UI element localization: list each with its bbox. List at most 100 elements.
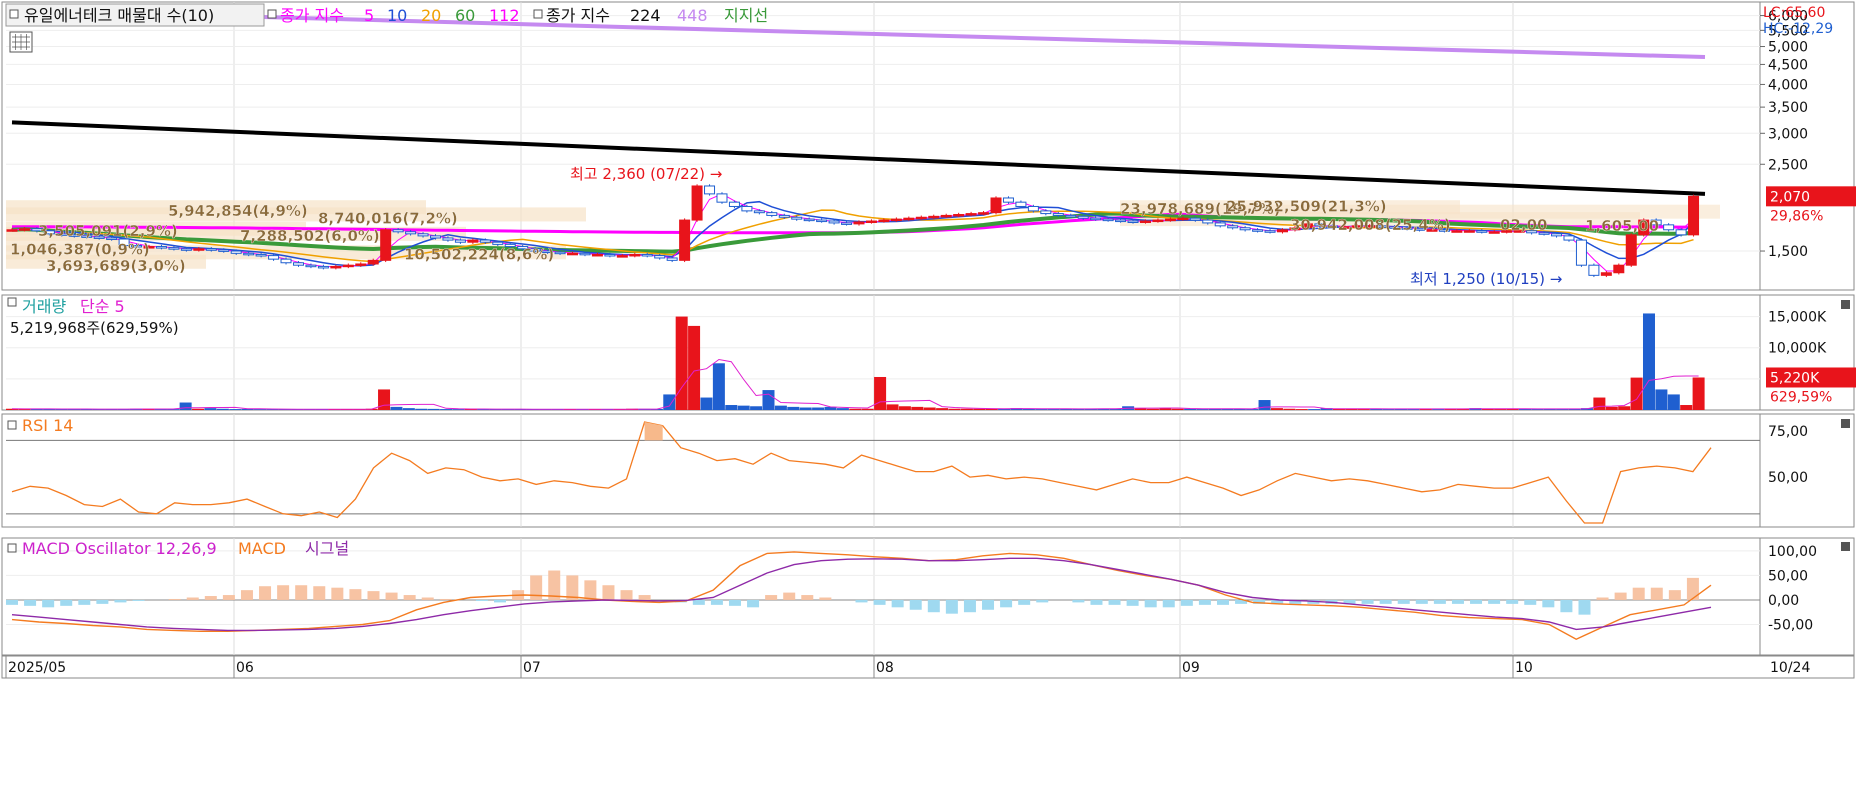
volume-bar [1642, 313, 1655, 410]
macd-oscillator-bar [1488, 599, 1501, 604]
volume-axis-label: 15,000K [1768, 310, 1827, 326]
panel-close-icon[interactable] [1841, 542, 1850, 551]
candle [853, 221, 865, 225]
candle [405, 231, 417, 235]
macd-axis-label: 50,00 [1768, 568, 1808, 584]
chart-canvas[interactable]: 2025/05 06 07 08 09 10 10/246,0005,5005,0004,5… [0, 0, 1856, 808]
macd-oscillator-bar [783, 592, 796, 600]
volume-bar [229, 409, 242, 410]
legend-toggle-icon[interactable] [267, 9, 277, 19]
rsi-axis-label: 75,00 [1768, 424, 1808, 440]
macd-oscillator-bar [692, 599, 705, 605]
macd-oscillator-bar [1126, 599, 1139, 606]
high-annotation: 최고 2,360 (07/22) → [570, 165, 722, 183]
candle [928, 215, 940, 219]
legend-toggle-icon[interactable] [7, 543, 17, 553]
macd-oscillator-bar [1180, 599, 1193, 606]
stock-chart-window: 2025/05 06 07 08 09 10 10/24 6,000 5,500 5,000 4,5… [0, 0, 1856, 808]
candle [666, 257, 678, 261]
candle [691, 185, 703, 221]
macd-axis-label: 100,00 [1768, 544, 1817, 560]
candle [1115, 219, 1127, 223]
x-axis-label: 08 [876, 660, 894, 676]
x-axis-label: 2025/05 [8, 660, 66, 676]
price-axis-label: 3,500 [1768, 100, 1808, 116]
candle [317, 265, 329, 269]
macd-oscillator-bar [367, 591, 380, 600]
volume-ma-label: 단순 5 [80, 297, 125, 316]
macd-oscillator-bar [909, 599, 922, 610]
last-price-change: 29,86% [1770, 208, 1823, 224]
volume-bar [812, 407, 825, 410]
candle [243, 252, 255, 256]
support-line-label: 지지선 [724, 6, 768, 25]
legend-toggle-icon[interactable] [7, 420, 17, 430]
panel-close-icon[interactable] [1841, 419, 1850, 428]
candle [218, 249, 230, 252]
macd-oscillator-bar [475, 599, 488, 601]
volume-bar [960, 408, 973, 410]
volume-bar [1146, 408, 1159, 410]
legend-toggle-icon[interactable] [7, 297, 17, 307]
volume-bar [725, 405, 738, 410]
candle [1488, 231, 1500, 234]
ma-period-label: 5 [364, 6, 374, 25]
candle [803, 218, 815, 222]
candle [1227, 225, 1239, 229]
candle [1189, 217, 1201, 221]
volume-profile-label: 10,502,224(8,6%) [404, 245, 554, 263]
ma-long-period-label: 448 [677, 6, 708, 25]
candle [1476, 230, 1488, 233]
candle [554, 251, 566, 255]
volume-bar [1667, 394, 1680, 410]
macd-oscillator-bar [1090, 599, 1103, 605]
candle [1239, 227, 1251, 231]
volume-bar [179, 402, 192, 410]
candle [1065, 214, 1077, 218]
candle [940, 214, 952, 218]
candle [430, 235, 441, 239]
macd-oscillator-bar [801, 595, 814, 600]
panel-close-icon[interactable] [1841, 300, 1850, 309]
macd-oscillator-bar [1632, 587, 1645, 600]
volume-bar [849, 408, 862, 410]
macd-oscillator-bar [439, 598, 452, 600]
x-axis-label: 09 [1182, 660, 1200, 676]
candle [629, 253, 641, 257]
volume-bar [874, 376, 887, 410]
volume-bar [675, 316, 688, 410]
macd-oscillator-bar [349, 589, 362, 600]
volume-bar [886, 404, 899, 410]
candle [641, 253, 653, 257]
volume-bar [898, 406, 911, 410]
ma-period-label: 20 [421, 6, 441, 25]
candle [953, 213, 965, 217]
volume-profile-label: 8,740,016(7,2%) [318, 209, 458, 227]
legend-toggle-icon[interactable] [9, 9, 19, 19]
candle [1613, 264, 1625, 274]
candle [255, 253, 267, 257]
volume-profile-label: 1,605,00 [1585, 217, 1659, 235]
macd-oscillator-bar [96, 599, 109, 604]
lc-label: LC:65,60 [1763, 5, 1825, 21]
candle [1264, 230, 1276, 233]
macd-oscillator-bar [259, 586, 272, 600]
macd-oscillator-bar [331, 587, 344, 600]
macd-oscillator-bar [385, 592, 398, 600]
candle [355, 263, 367, 266]
price-axis-label: 4,000 [1768, 77, 1808, 93]
legend-toggle-icon[interactable] [533, 9, 543, 19]
macd-oscillator-bar [403, 595, 416, 600]
candle [417, 233, 429, 237]
volume-profile-label: 3,693,689(3,0%) [46, 257, 186, 275]
macd-oscillator-bar [945, 599, 958, 614]
volume-bar [700, 397, 713, 410]
macd-oscillator-bar [204, 596, 217, 600]
volume-bar [663, 394, 676, 410]
macd-oscillator-bar [728, 599, 741, 606]
candle [865, 220, 877, 224]
macd-oscillator-bar [1397, 599, 1410, 604]
x-axis-label: 10 [1515, 660, 1533, 676]
rsi-panel [1, 413, 1761, 528]
volume-bar [1258, 400, 1271, 410]
